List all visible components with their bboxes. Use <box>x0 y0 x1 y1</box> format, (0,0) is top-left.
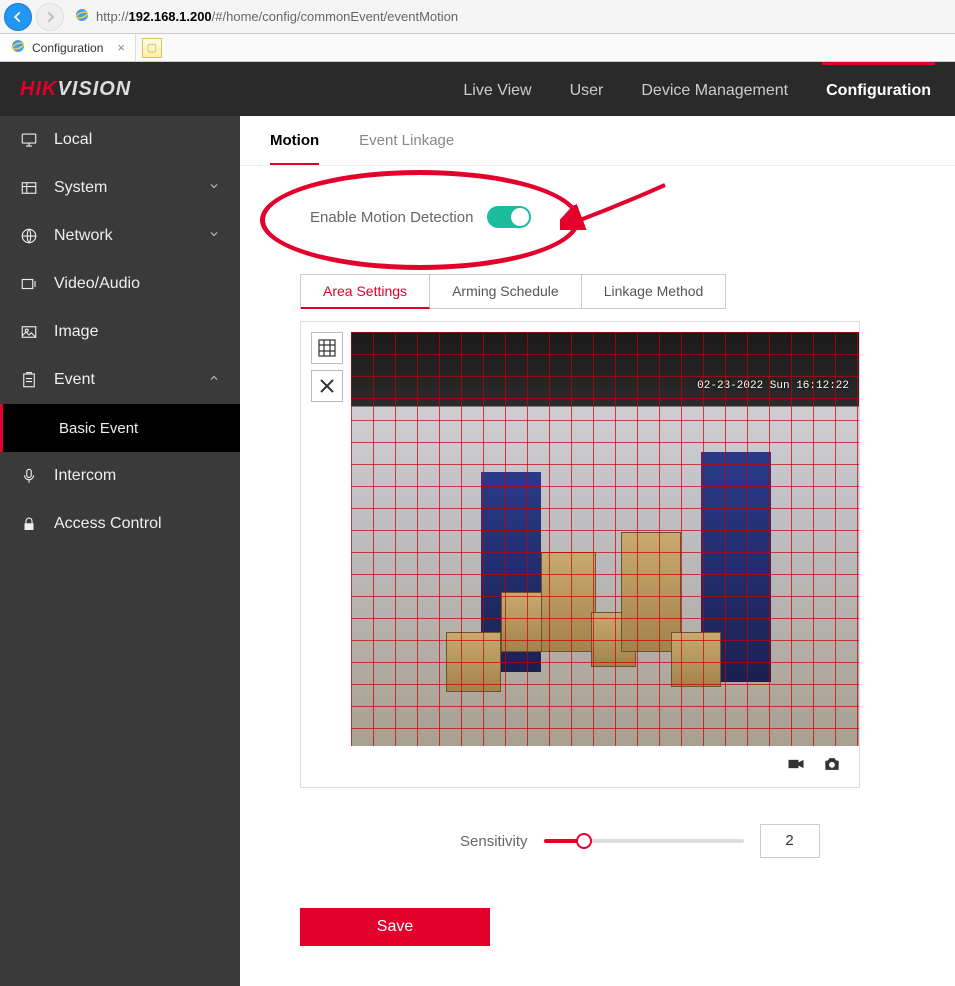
nav-forward-button[interactable] <box>36 3 64 31</box>
sidebar-item-label: Video/Audio <box>54 275 140 293</box>
sidebar-item-label: Access Control <box>54 515 162 533</box>
sidebar-item-label: Intercom <box>54 467 116 485</box>
preview-panel: 02-23-2022 Sun 16:12:22 <box>300 321 860 788</box>
image-icon <box>20 323 38 341</box>
nav-back-button[interactable] <box>4 3 32 31</box>
chevron-up-icon <box>208 371 220 389</box>
sidebar-item-label: Local <box>54 131 92 149</box>
clipboard-icon <box>20 371 38 389</box>
chevron-down-icon <box>208 179 220 197</box>
sidebar-item-event[interactable]: Event <box>0 356 240 404</box>
tab-event-linkage[interactable]: Event Linkage <box>359 132 454 165</box>
motion-grid-overlay <box>351 332 859 746</box>
url-bar[interactable]: http://192.168.1.200/#/home/config/commo… <box>68 7 951 26</box>
sensitivity-value-input[interactable]: 2 <box>760 824 820 858</box>
sidebar-item-system[interactable]: System <box>0 164 240 212</box>
content-tabs: Motion Event Linkage <box>240 116 955 166</box>
topnav-device-management[interactable]: Device Management <box>637 62 792 116</box>
main-content: Motion Event Linkage Enable Motion Detec… <box>240 116 955 986</box>
grid-tool-button[interactable] <box>311 332 343 364</box>
sidebar-item-video-audio[interactable]: Video/Audio <box>0 260 240 308</box>
snapshot-icon[interactable] <box>821 754 843 777</box>
app-header: HIKVISION Live View User Device Manageme… <box>0 62 955 116</box>
sidebar-item-label: Network <box>54 227 113 245</box>
sidebar-item-intercom[interactable]: Intercom <box>0 452 240 500</box>
save-button[interactable]: Save <box>300 908 490 946</box>
browser-toolbar: http://192.168.1.200/#/home/config/commo… <box>0 0 955 34</box>
chevron-down-icon <box>208 227 220 245</box>
mic-icon <box>20 467 38 485</box>
sidebar-item-label: Basic Event <box>59 420 138 437</box>
url-text: http://192.168.1.200/#/home/config/commo… <box>96 9 458 24</box>
sidebar: Local System Network Video/Audio Image E… <box>0 116 240 986</box>
close-icon[interactable]: × <box>117 40 125 55</box>
sensitivity-row: Sensitivity 2 <box>460 824 955 858</box>
sensitivity-label: Sensitivity <box>460 833 528 850</box>
top-nav: Live View User Device Management Configu… <box>459 62 955 116</box>
sidebar-item-image[interactable]: Image <box>0 308 240 356</box>
sidebar-item-access-control[interactable]: Access Control <box>0 500 240 548</box>
subtabs: Area Settings Arming Schedule Linkage Me… <box>300 274 726 309</box>
monitor-icon <box>20 131 38 149</box>
sidebar-item-network[interactable]: Network <box>0 212 240 260</box>
subtab-area-settings[interactable]: Area Settings <box>301 275 430 309</box>
enable-motion-toggle[interactable] <box>487 206 531 228</box>
browser-tab-bar: Configuration × ▢ <box>0 34 955 62</box>
subtab-arming-schedule[interactable]: Arming Schedule <box>430 275 582 308</box>
topnav-live-view[interactable]: Live View <box>459 62 535 116</box>
topnav-configuration[interactable]: Configuration <box>822 62 935 116</box>
brand-logo: HIKVISION <box>0 78 240 101</box>
grid-icon <box>20 179 38 197</box>
sidebar-item-local[interactable]: Local <box>0 116 240 164</box>
lock-icon <box>20 515 38 533</box>
browser-tab-title: Configuration <box>32 41 103 55</box>
ie-icon <box>74 7 90 26</box>
enable-motion-label: Enable Motion Detection <box>310 209 473 226</box>
topnav-user[interactable]: User <box>566 62 608 116</box>
slider-thumb[interactable] <box>576 833 592 849</box>
sensitivity-slider[interactable] <box>544 839 744 843</box>
subtab-linkage-method[interactable]: Linkage Method <box>582 275 726 308</box>
tab-motion[interactable]: Motion <box>270 132 319 165</box>
globe-icon <box>20 227 38 245</box>
browser-tab[interactable]: Configuration × <box>0 34 136 61</box>
sidebar-item-label: System <box>54 179 107 197</box>
new-tab-button[interactable]: ▢ <box>142 38 162 58</box>
display-icon <box>20 275 38 293</box>
sidebar-item-label: Event <box>54 371 95 389</box>
clear-tool-button[interactable] <box>311 370 343 402</box>
sidebar-sub-basic-event[interactable]: Basic Event <box>0 404 240 452</box>
record-icon[interactable] <box>785 754 807 777</box>
sidebar-item-label: Image <box>54 323 98 341</box>
camera-preview[interactable]: 02-23-2022 Sun 16:12:22 <box>351 332 859 746</box>
ie-icon <box>10 38 26 57</box>
